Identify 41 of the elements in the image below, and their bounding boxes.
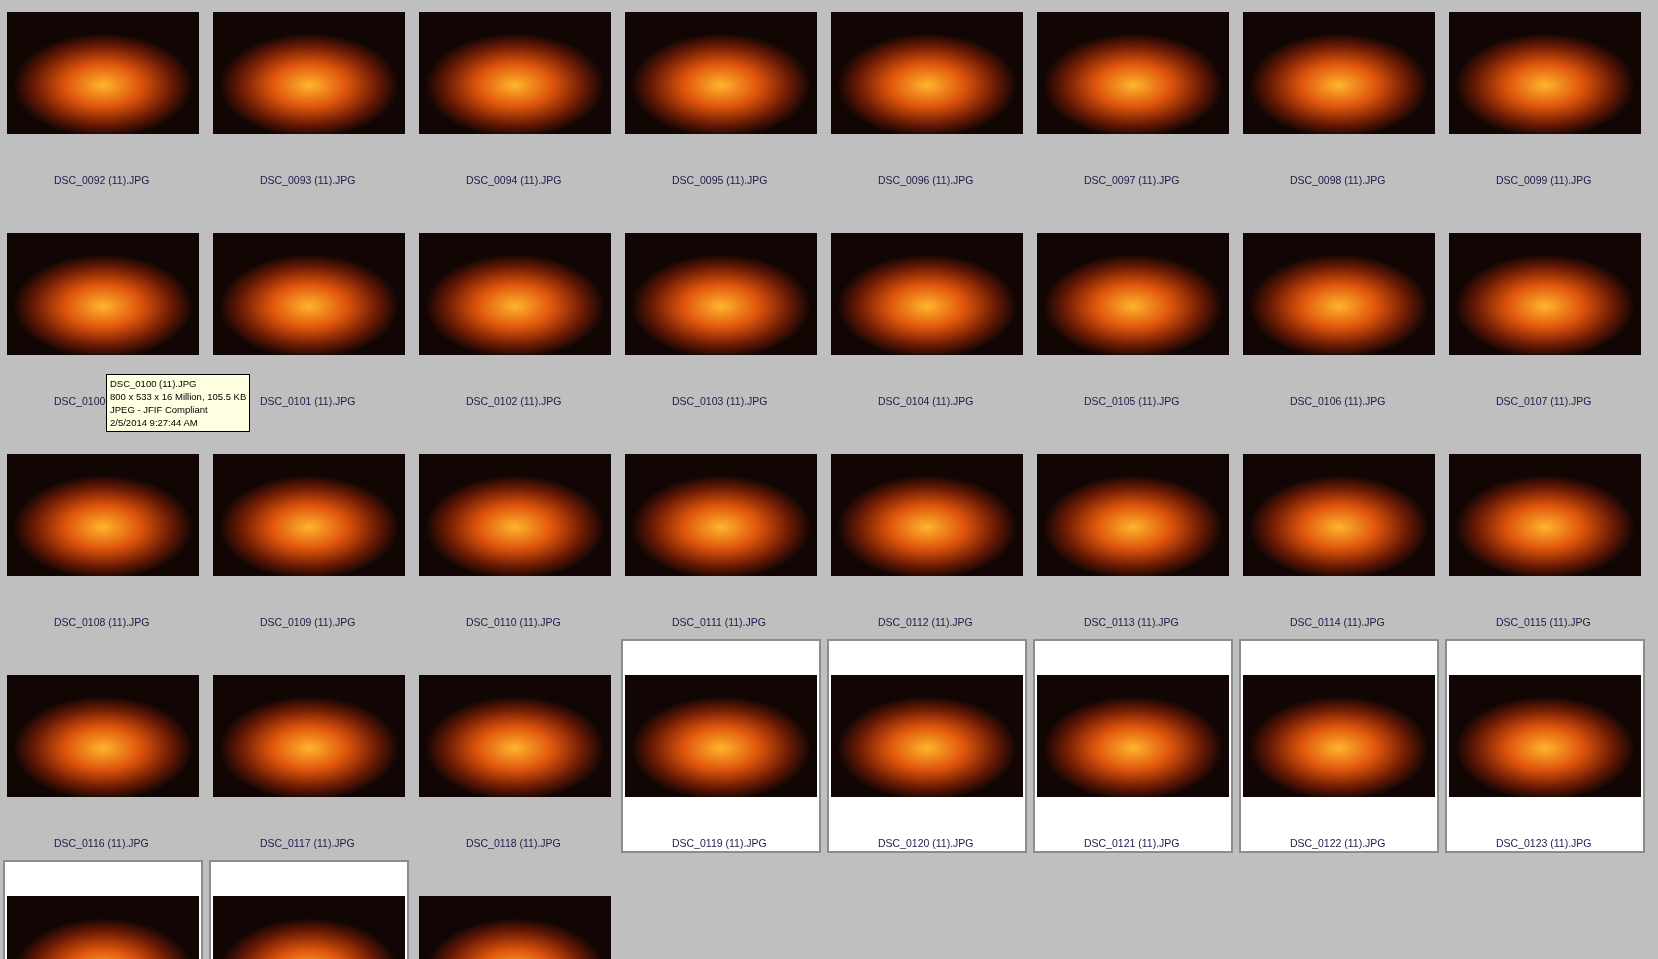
file-name: DSC_0123 (11).JPG [1496, 837, 1592, 849]
file-tile[interactable]: DSC_0122 (11).JPG [1239, 639, 1439, 853]
file-name: DSC_0100 [54, 395, 106, 407]
file-name: DSC_0093 (11).JPG [260, 174, 356, 186]
tooltip-line: 800 x 533 x 16 Million, 105.5 KB [110, 390, 247, 403]
tooltip-line: DSC_0100 (11).JPG [110, 377, 198, 390]
file-name: DSC_0107 (11).JPG [1496, 395, 1592, 407]
file-name: DSC_0105 (11).JPG [1084, 395, 1180, 407]
file-name: DSC_0097 (11).JPG [1084, 174, 1180, 186]
file-tile[interactable]: DSC_0120 (11).JPG [827, 639, 1027, 853]
file-name: DSC_0120 (11).JPG [878, 837, 974, 849]
file-name: DSC_0096 (11).JPG [878, 174, 974, 186]
file-tile[interactable]: DSC_0121 (11).JPG [1033, 639, 1233, 853]
tooltip-line: 2/5/2014 9:27:44 AM [110, 416, 199, 429]
file-name: DSC_0121 (11).JPG [1084, 837, 1180, 849]
file-name: DSC_0092 (11).JPG [54, 174, 150, 186]
file-name: DSC_0108 (11).JPG [54, 616, 150, 628]
file-name: DSC_0110 (11).JPG [466, 616, 561, 628]
file-name: DSC_0094 (11).JPG [466, 174, 562, 186]
file-name: DSC_0111 (11).JPG [672, 616, 766, 628]
file-name: DSC_0119 (11).JPG [672, 837, 767, 849]
file-name: DSC_0103 (11).JPG [672, 395, 768, 407]
file-name: DSC_0118 (11).JPG [466, 837, 561, 849]
file-name: DSC_0102 (11).JPG [466, 395, 562, 407]
file-name: DSC_0113 (11).JPG [1084, 616, 1179, 628]
file-name: DSC_0116 (11).JPG [54, 837, 149, 849]
file-name: DSC_0098 (11).JPG [1290, 174, 1386, 186]
file-tile[interactable]: DSC_0123 (11).JPG [1445, 639, 1645, 853]
file-name: DSC_0101 (11).JPG [260, 395, 356, 407]
file-name: DSC_0099 (11).JPG [1496, 174, 1592, 186]
file-name: DSC_0109 (11).JPG [260, 616, 356, 628]
file-tile[interactable]: DSC_0119 (11).JPG [621, 639, 821, 853]
file-name: DSC_0122 (11).JPG [1290, 837, 1386, 849]
tooltip-line: JPEG - JFIF Compliant [110, 403, 209, 416]
file-name: DSC_0112 (11).JPG [878, 616, 973, 628]
file-name: DSC_0117 (11).JPG [260, 837, 355, 849]
file-name: DSC_0115 (11).JPG [1496, 616, 1591, 628]
file-name: DSC_0114 (11).JPG [1290, 616, 1385, 628]
file-name: DSC_0106 (11).JPG [1290, 395, 1386, 407]
file-name: DSC_0095 (11).JPG [672, 174, 768, 186]
file-name: DSC_0104 (11).JPG [878, 395, 974, 407]
